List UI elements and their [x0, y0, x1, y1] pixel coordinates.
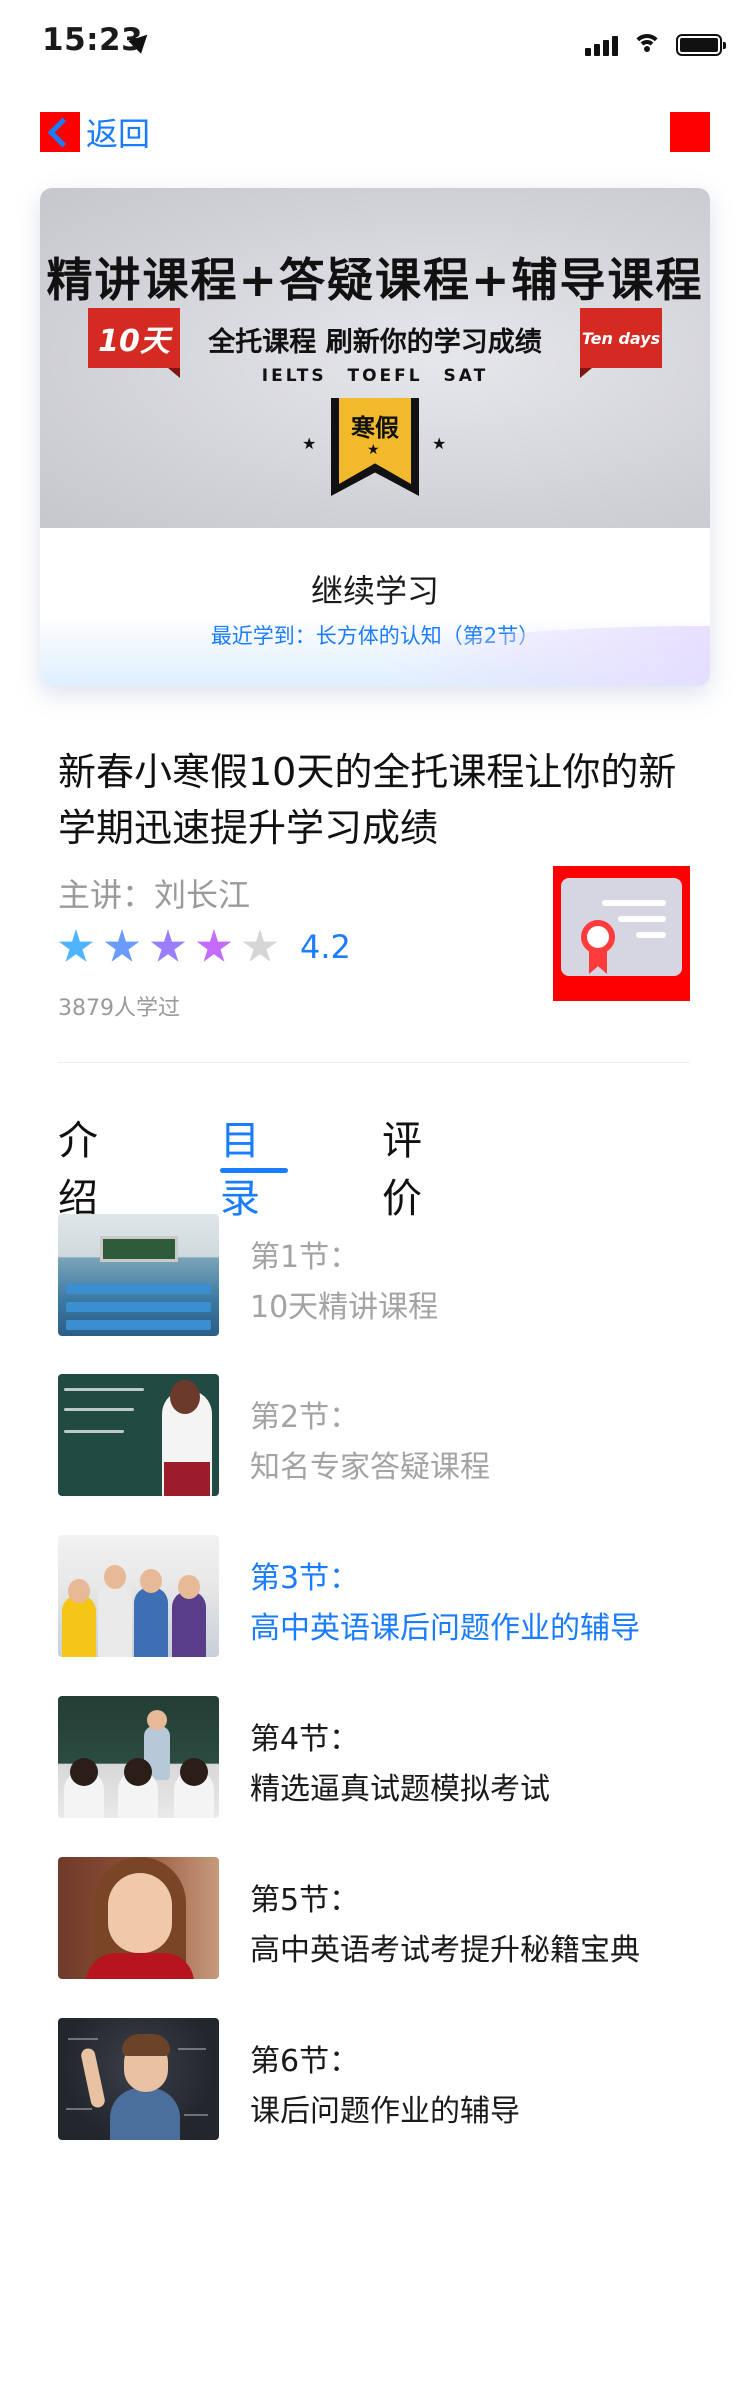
lesson-number: 第6节： [250, 2044, 360, 2079]
rating-row: 4.2 [58, 928, 351, 966]
tab-reviews[interactable]: 评价 [382, 1108, 422, 1224]
rating-star-icon [58, 929, 94, 962]
rating-value: 4.2 [300, 928, 351, 966]
back-label: 返回 [86, 115, 151, 153]
lesson-name: 高中英语考试考提升秘籍宝典 [250, 1933, 640, 1968]
star-icon: ★ [302, 434, 317, 453]
continue-learning-title: 继续学习 [310, 572, 439, 610]
lesson-number: 第5节： [250, 1883, 360, 1918]
lesson-thumbnail [58, 1374, 219, 1496]
lesson-item[interactable]: 第1节： 10天精讲课程 [58, 1214, 690, 1338]
lesson-number: 第4节： [250, 1722, 360, 1757]
learner-count: 3879人学过 [58, 996, 180, 1021]
lesson-name: 知名专家答疑课程 [250, 1450, 490, 1485]
back-button[interactable]: 返回 [40, 110, 150, 154]
star-icon: ★ [432, 434, 447, 453]
status-bar: 15:23 [0, 0, 750, 88]
lesson-thumbnail [58, 1214, 219, 1336]
lesson-item[interactable]: 第4节： 精选逼真试题模拟考试 [58, 1696, 690, 1820]
rating-star-icon [104, 929, 140, 962]
lesson-name: 精选逼真试题模拟考试 [250, 1772, 550, 1807]
lesson-item[interactable]: 第6节： 课后问题作业的辅导 [58, 2018, 690, 2142]
lesson-item[interactable]: 第3节： 高中英语课后问题作业的辅导 [58, 1535, 690, 1659]
lesson-thumbnail [58, 1857, 219, 1979]
badge-label: 寒假 [351, 414, 399, 442]
lecturer: 主讲：刘长江 [58, 876, 251, 914]
rating-star-icon [196, 929, 232, 962]
battery-icon [676, 34, 726, 56]
rating-star-icon [242, 929, 278, 962]
lesson-thumbnail [58, 2018, 219, 2140]
lesson-thumbnail [58, 1535, 219, 1657]
lesson-number: 第1节： [250, 1240, 360, 1275]
course-banner-image: 精讲课程+答疑课程+辅导课程 10天 Ten days 全托课程 刷新你的学习成… [40, 188, 710, 528]
certificate-icon[interactable] [553, 866, 690, 1001]
lesson-number: 第3节： [250, 1561, 360, 1596]
lesson-name: 高中英语课后问题作业的辅导 [250, 1611, 640, 1646]
winter-break-badge: 寒假 ★ [331, 398, 419, 496]
lesson-thumbnail [58, 1696, 219, 1818]
chevron-left-icon [40, 112, 80, 152]
tab-intro[interactable]: 介绍 [58, 1108, 98, 1224]
lesson-item[interactable]: 第2节： 知名专家答疑课程 [58, 1374, 690, 1498]
active-tab-indicator [220, 1168, 288, 1173]
banner-headline: 精讲课程+答疑课程+辅导课程 [46, 253, 704, 307]
rating-star-icon [150, 929, 186, 962]
course-title: 新春小寒假10天的全托课程让你的新学期迅速提升学习成绩 [58, 750, 677, 850]
continue-learning-panel: 继续学习 最近学到：长方体的认知（第2节） [40, 528, 710, 686]
lesson-name: 课后问题作业的辅导 [250, 2094, 520, 2129]
share-icon[interactable] [670, 112, 710, 152]
banner-tags: IELTS TOEFL SAT [261, 366, 489, 386]
lesson-item[interactable]: 第5节： 高中英语考试考提升秘籍宝典 [58, 1857, 690, 1981]
cellular-signal-icon [585, 34, 618, 56]
continue-learning-card[interactable]: 精讲课程+答疑课程+辅导课程 10天 Ten days 全托课程 刷新你的学习成… [40, 188, 710, 686]
recent-progress: 最近学到：长方体的认知（第2节） [210, 624, 540, 648]
wifi-icon [632, 34, 662, 56]
lesson-name: 10天精讲课程 [250, 1290, 439, 1325]
status-indicators [585, 30, 726, 56]
divider [58, 1062, 690, 1063]
star-icon: ★ [367, 442, 380, 458]
banner-subline: 全托课程 刷新你的学习成绩 [208, 327, 542, 358]
tab-catalog[interactable]: 目录 [220, 1108, 260, 1224]
lesson-number: 第2节： [250, 1400, 360, 1435]
